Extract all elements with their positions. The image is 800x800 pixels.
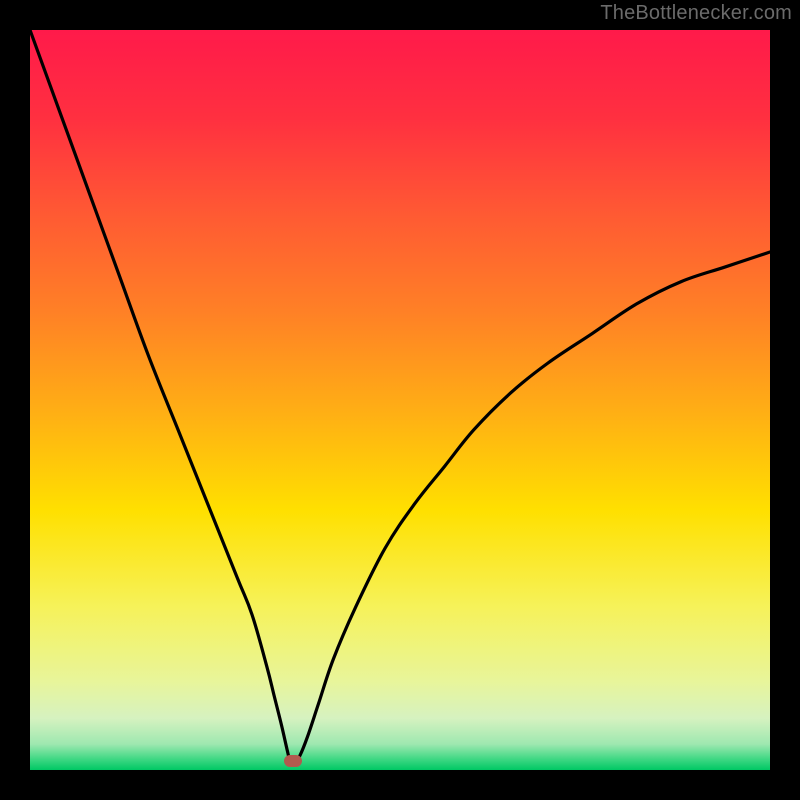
optimal-point-marker <box>284 755 302 767</box>
chart-frame: TheBottlenecker.com <box>0 0 800 800</box>
plot-area <box>30 30 770 770</box>
gradient-background <box>30 30 770 770</box>
plot-svg <box>30 30 770 770</box>
watermark-text: TheBottlenecker.com <box>600 2 792 25</box>
